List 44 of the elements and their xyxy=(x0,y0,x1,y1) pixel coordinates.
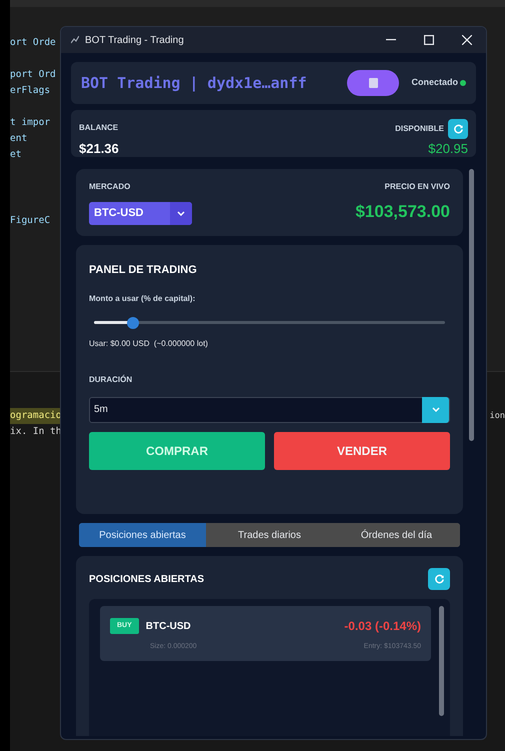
available-value: $20.95 xyxy=(428,140,468,158)
refresh-icon xyxy=(434,574,444,584)
tab[interactable]: Posiciones abiertas xyxy=(79,523,206,547)
live-price: $103,573.00 xyxy=(355,201,450,223)
duration-label: DURACIÓN xyxy=(89,374,134,386)
wallet-button[interactable] xyxy=(347,70,400,96)
scrollbar[interactable] xyxy=(469,169,474,441)
panel-title: PANEL DE TRADING xyxy=(89,263,198,278)
code-line: t impor xyxy=(10,116,50,130)
chevron-icon xyxy=(422,396,449,422)
chevron-icon xyxy=(170,202,192,225)
balance-value: $21.36 xyxy=(79,140,119,158)
position-pnl: -0.03 (-0.14%) xyxy=(344,618,421,635)
minimize-icon xyxy=(386,39,396,41)
window-title: BOT Trading - Trading xyxy=(85,34,184,48)
code-line: ort Orde xyxy=(10,36,56,50)
document-icon xyxy=(368,78,378,88)
market-select[interactable]: BTC-USD xyxy=(89,202,192,225)
positions-title: POSICIONES ABIERTAS xyxy=(89,572,204,586)
position-symbol: BTC-USD xyxy=(146,620,191,634)
code-line: ion xyxy=(490,410,505,423)
slider-thumb[interactable] xyxy=(126,316,139,328)
code-line: port Ord xyxy=(10,68,56,82)
market-label: MERCADO xyxy=(89,181,132,193)
app-title: BOT Trading | dydx1e…anff xyxy=(81,72,307,94)
scrollbar[interactable] xyxy=(439,606,444,716)
code-line: FigureC xyxy=(10,214,50,228)
price-label: PRECIO EN VIVO xyxy=(384,181,450,193)
code-line: et xyxy=(10,148,22,162)
available-label: DISPONIBLE xyxy=(395,123,444,135)
amount-label: Monto a usar (% de capital): xyxy=(89,292,196,304)
amount-slider[interactable] xyxy=(94,316,445,328)
refresh-button[interactable] xyxy=(448,119,468,139)
refresh-icon xyxy=(452,124,464,134)
code-line: erFlags xyxy=(10,84,50,98)
chart-icon xyxy=(71,36,79,44)
code-line: ent xyxy=(10,132,28,146)
usage-text: Usar: $0.00 USD (~0.000000 lot) xyxy=(89,338,209,350)
close-icon xyxy=(462,35,472,45)
connection-status: Conectado xyxy=(411,76,458,90)
balance-label: BALANCE xyxy=(79,122,119,134)
duration-select[interactable]: 5m xyxy=(89,396,450,422)
refresh-button[interactable] xyxy=(428,568,450,590)
maximize-icon xyxy=(424,35,434,45)
